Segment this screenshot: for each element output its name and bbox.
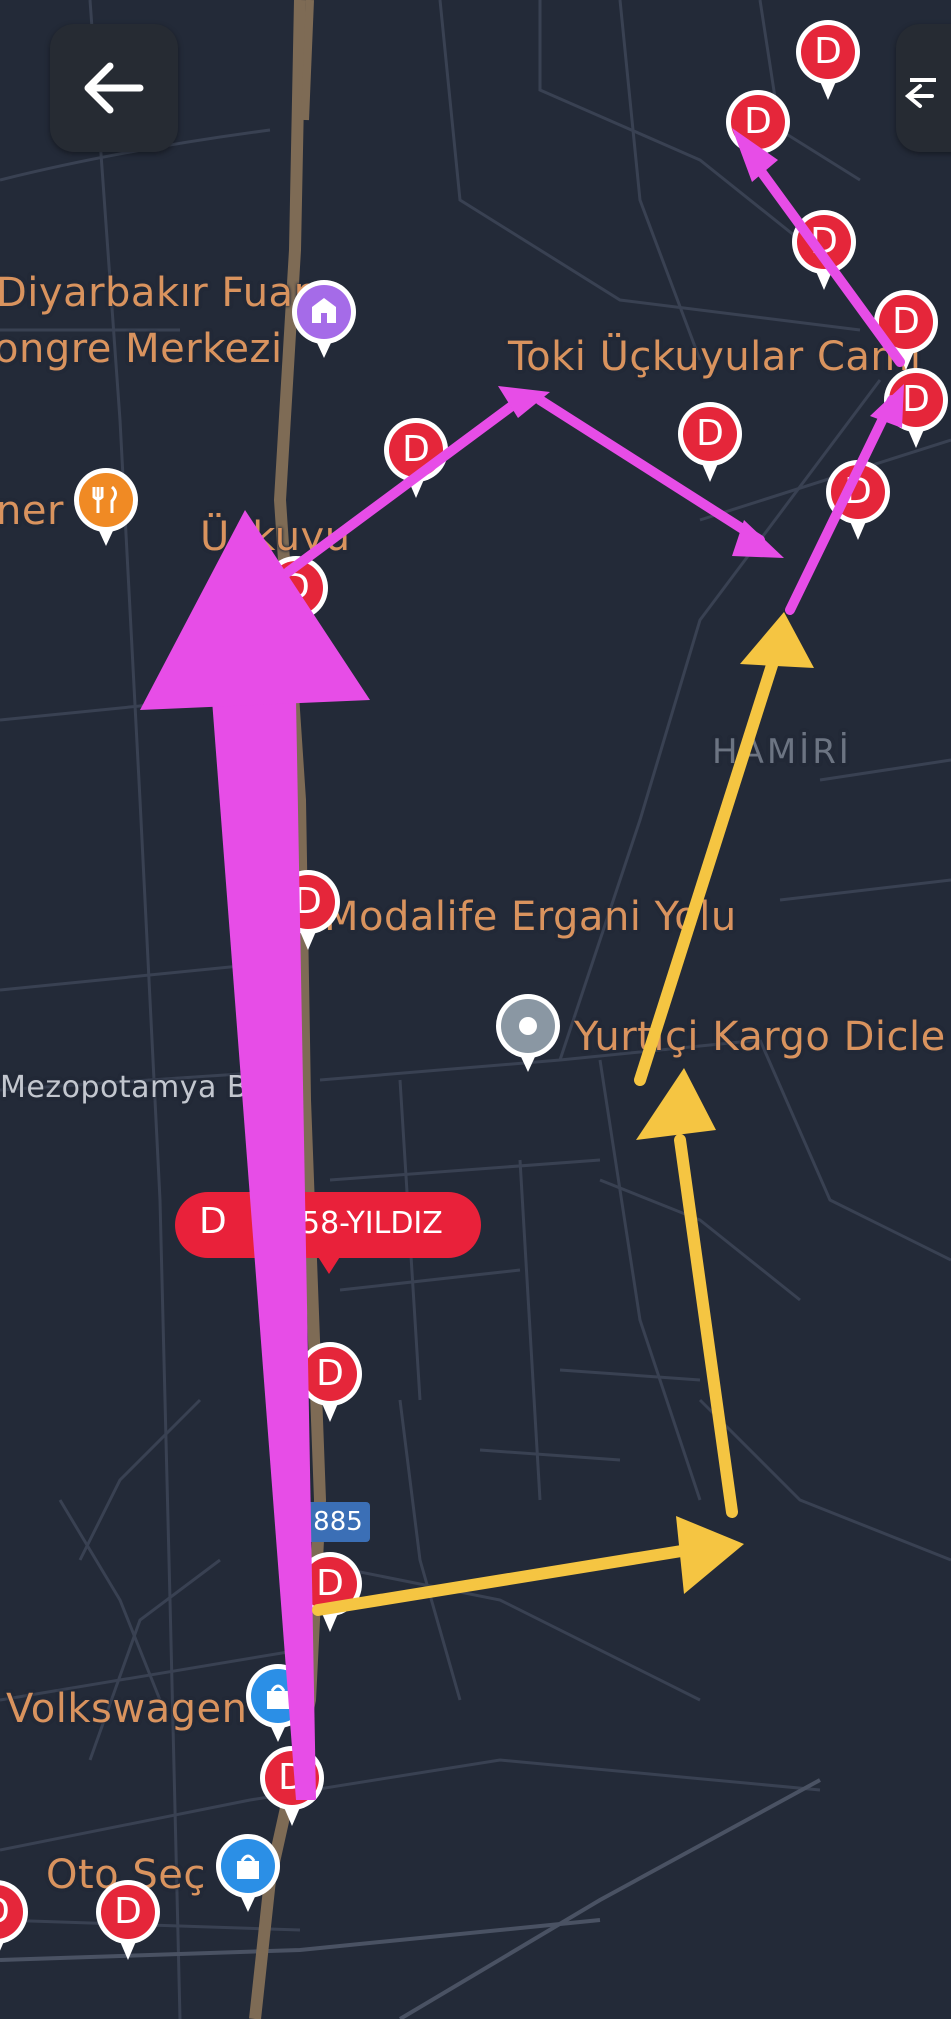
label-mezopotamya: Mezopotamya Bl xyxy=(0,1070,257,1105)
location-marker[interactable] xyxy=(496,994,560,1074)
station-pin[interactable]: D xyxy=(796,20,860,102)
exhibition-marker[interactable] xyxy=(292,280,356,360)
road-shield: 885 xyxy=(306,1502,370,1542)
back-button[interactable] xyxy=(50,24,178,152)
station-pin[interactable]: D xyxy=(0,1880,28,1962)
fork-knife-icon xyxy=(79,473,133,527)
station-name: 58-YILDIZ xyxy=(301,1206,443,1241)
station-pin[interactable]: D xyxy=(874,290,938,372)
dot-icon xyxy=(501,999,555,1053)
station-pin[interactable]: D xyxy=(884,368,948,450)
shopping-bag-icon xyxy=(221,1839,275,1893)
station-pin[interactable]: D xyxy=(96,1880,160,1962)
restaurant-marker[interactable] xyxy=(74,468,138,548)
label-toki-mosque: Toki Üçkuyular Cami xyxy=(508,334,922,380)
station-pin[interactable]: D xyxy=(260,1746,324,1828)
right-panel-button[interactable] xyxy=(896,24,951,152)
label-kongre: ongre Merkezi xyxy=(0,326,283,372)
label-volkswagen: Volkswagen xyxy=(6,1686,248,1732)
arrow-left-icon xyxy=(84,62,144,114)
station-pin[interactable]: D xyxy=(792,210,856,292)
label-uckuyu: Üçkuyu xyxy=(200,514,351,560)
car-dealer-marker[interactable] xyxy=(246,1664,310,1744)
label-modalife: Modalife Ergani Yolu xyxy=(324,894,737,940)
station-pin[interactable]: D xyxy=(264,556,328,638)
highway-branch xyxy=(301,0,314,121)
landmark-icon xyxy=(297,285,351,339)
shopping-bag-icon xyxy=(251,1669,305,1723)
station-letter: D xyxy=(199,1201,227,1242)
label-yurtici: Yurtiçi Kargo Dicle xyxy=(574,1014,946,1060)
station-pin[interactable]: D xyxy=(276,870,340,952)
station-pin[interactable]: D xyxy=(726,90,790,172)
station-pin[interactable]: D xyxy=(826,460,890,542)
station-pin[interactable]: D xyxy=(678,402,742,484)
oto-sec-marker[interactable] xyxy=(216,1834,280,1914)
selected-station-callout[interactable]: D 58-YILDIZ xyxy=(175,1192,481,1274)
station-pin[interactable]: D xyxy=(298,1342,362,1424)
station-pin[interactable]: D xyxy=(298,1552,362,1634)
arrow-left-icon xyxy=(904,78,936,108)
label-mer: ner xyxy=(0,488,64,534)
station-pin[interactable]: D xyxy=(384,418,448,500)
label-hamiri: HAMİRİ xyxy=(712,732,852,772)
label-fuar: Diyarbakır Fuar xyxy=(0,270,311,316)
